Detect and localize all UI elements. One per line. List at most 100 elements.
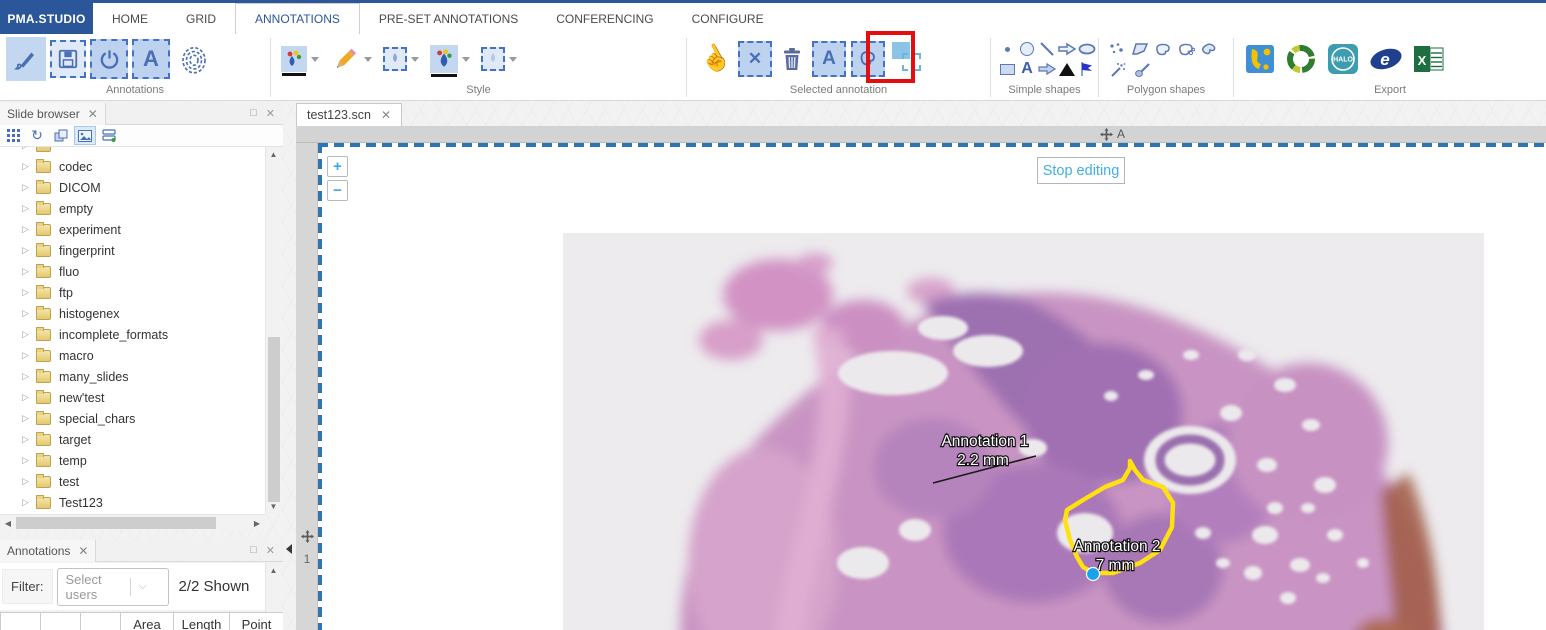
- text-tool[interactable]: A: [1017, 60, 1037, 79]
- zoom-in-button[interactable]: +: [327, 156, 348, 177]
- edit-label-button[interactable]: A: [812, 41, 846, 77]
- scroll-up-icon[interactable]: ▲: [266, 566, 281, 575]
- tree-folder-row[interactable]: ▷test: [0, 471, 265, 492]
- fingerprint-button[interactable]: [174, 37, 214, 81]
- tree-folder-row[interactable]: ▷: [0, 147, 265, 156]
- table-header-cell[interactable]: Point: [229, 612, 283, 630]
- document-tab[interactable]: test123.scn ✕: [296, 103, 402, 126]
- qupath-export-button[interactable]: [1244, 43, 1276, 75]
- menu-conferencing[interactable]: CONFERENCING: [537, 3, 672, 34]
- slide-image[interactable]: Annotation 1 2.2 mm Annotation 2 7 mm: [563, 233, 1484, 630]
- tree-folder-row[interactable]: ▷histogenex: [0, 303, 265, 324]
- fill-color-button[interactable]: [430, 45, 458, 73]
- collapse-panel-arrow-icon[interactable]: [286, 544, 292, 554]
- halo-export-button[interactable]: HALO: [1326, 42, 1360, 76]
- annotation-2-measurement[interactable]: 7 mm: [1096, 557, 1135, 574]
- expand-arrow-icon[interactable]: ▷: [22, 434, 36, 445]
- arrow-outline-tool[interactable]: [1057, 40, 1077, 59]
- annotation-2-label[interactable]: Annotation 2: [1073, 538, 1160, 555]
- refresh-button[interactable]: ↻: [26, 126, 48, 145]
- thumbnail-grid-button[interactable]: [2, 126, 24, 145]
- delete-all-button[interactable]: [777, 39, 807, 79]
- magic-wand-tool[interactable]: [1107, 60, 1127, 79]
- expand-arrow-icon[interactable]: ▷: [22, 161, 36, 172]
- draw-annotations-button[interactable]: [6, 37, 46, 81]
- tree-folder-row[interactable]: ▷DICOM: [0, 177, 265, 198]
- expand-arrow-icon[interactable]: ▷: [22, 455, 36, 466]
- scroll-right-icon[interactable]: ▶: [253, 519, 261, 528]
- annotation-vertex-handle[interactable]: [1087, 568, 1100, 581]
- expand-arrow-icon[interactable]: ▷: [22, 203, 36, 214]
- blob-tool[interactable]: [1199, 39, 1219, 58]
- table-header-cell[interactable]: Area: [120, 612, 173, 630]
- table-header-cell[interactable]: [0, 612, 40, 630]
- expand-arrow-icon[interactable]: ▷: [22, 224, 36, 235]
- tree-horizontal-scrollbar[interactable]: ◀ ▶: [0, 514, 265, 530]
- tree-folder-row[interactable]: ▷Test123: [0, 492, 265, 513]
- point-tool[interactable]: [997, 40, 1017, 59]
- expand-arrow-icon[interactable]: ▷: [22, 371, 36, 382]
- pencil-style-button[interactable]: [330, 44, 360, 74]
- circle-tool[interactable]: [1017, 40, 1037, 59]
- scroll-down-icon[interactable]: ▼: [266, 502, 281, 511]
- maximize-icon[interactable]: □: [250, 544, 257, 557]
- tree-folder-row[interactable]: ▷new'test: [0, 387, 265, 408]
- annotations-panel-tab[interactable]: Annotations ✕: [0, 540, 96, 562]
- menu-preset-annotations[interactable]: PRE-SET ANNOTATIONS: [360, 3, 537, 34]
- scroll-up-icon[interactable]: ▲: [266, 150, 281, 159]
- tree-folder-row[interactable]: ▷codec: [0, 156, 265, 177]
- arrow-filled-tool[interactable]: [1037, 60, 1057, 79]
- annotation-1-label[interactable]: Annotation 1: [941, 433, 1028, 450]
- stop-editing-button[interactable]: Stop editing: [1037, 157, 1125, 184]
- close-icon[interactable]: ✕: [266, 544, 275, 557]
- select-users-dropdown[interactable]: Select users ⌵: [57, 568, 169, 606]
- multipoint-tool[interactable]: [1107, 39, 1127, 58]
- edit-points-button[interactable]: [851, 41, 885, 77]
- expand-arrow-icon[interactable]: ▷: [22, 245, 36, 256]
- delete-selected-button[interactable]: ✕: [738, 41, 772, 77]
- expand-arrow-icon[interactable]: ▷: [22, 350, 36, 361]
- chevron-down-icon[interactable]: ⌵: [131, 580, 155, 593]
- image-preview-button[interactable]: [74, 126, 96, 145]
- tree-folder-row[interactable]: ▷target: [0, 429, 265, 450]
- brush-tool[interactable]: [1133, 60, 1153, 79]
- tree-folder-row[interactable]: ▷fingerprint: [0, 240, 265, 261]
- scrollbar-thumb[interactable]: [16, 517, 216, 529]
- expand-arrow-icon[interactable]: ▷: [22, 182, 36, 193]
- expand-arrow-icon[interactable]: ▷: [22, 497, 36, 508]
- close-icon[interactable]: ✕: [88, 107, 98, 121]
- tree-folder-row[interactable]: ▷many_slides: [0, 366, 265, 387]
- expand-arrow-icon[interactable]: ▷: [22, 308, 36, 319]
- menu-grid[interactable]: GRID: [167, 3, 235, 34]
- tree-vertical-scrollbar[interactable]: ▲ ▼: [265, 147, 281, 514]
- e-viewer-export-button[interactable]: e: [1368, 42, 1404, 76]
- close-icon[interactable]: ✕: [266, 107, 275, 120]
- save-annotations-button[interactable]: [50, 40, 86, 78]
- close-icon[interactable]: ✕: [381, 108, 391, 122]
- table-header-cell[interactable]: [40, 612, 80, 630]
- move-cross-icon[interactable]: [1100, 128, 1113, 141]
- expand-arrow-icon[interactable]: ▷: [22, 287, 36, 298]
- ellipse-tool[interactable]: [1077, 40, 1097, 59]
- expand-arrow-icon[interactable]: ▷: [22, 147, 36, 151]
- compound-freehand-tool[interactable]: [1176, 39, 1196, 58]
- tree-folder-row[interactable]: ▷empty: [0, 198, 265, 219]
- line-color-button[interactable]: [383, 47, 407, 71]
- maximize-icon[interactable]: □: [250, 107, 257, 120]
- tree-folder-row[interactable]: ▷macro: [0, 345, 265, 366]
- expand-arrow-icon[interactable]: ▷: [22, 413, 36, 424]
- tree-folder-row[interactable]: ▷ftp: [0, 282, 265, 303]
- rectangle-tool[interactable]: [997, 60, 1017, 79]
- move-cross-icon[interactable]: [301, 530, 314, 543]
- line-tool[interactable]: [1037, 40, 1057, 59]
- scroll-left-icon[interactable]: ◀: [4, 519, 12, 528]
- dropdown-arrow-icon[interactable]: [509, 57, 517, 62]
- excel-export-button[interactable]: X: [1412, 43, 1448, 75]
- table-header-cell[interactable]: Length: [173, 612, 229, 630]
- table-header-cell[interactable]: [80, 612, 120, 630]
- menu-home[interactable]: HOME: [93, 3, 167, 34]
- tree-folder-row[interactable]: ▷temp: [0, 450, 265, 471]
- toggle-annotations-button[interactable]: [90, 39, 128, 79]
- slide-browser-tab[interactable]: Slide browser ✕: [0, 103, 106, 125]
- dropdown-arrow-icon[interactable]: [311, 57, 319, 62]
